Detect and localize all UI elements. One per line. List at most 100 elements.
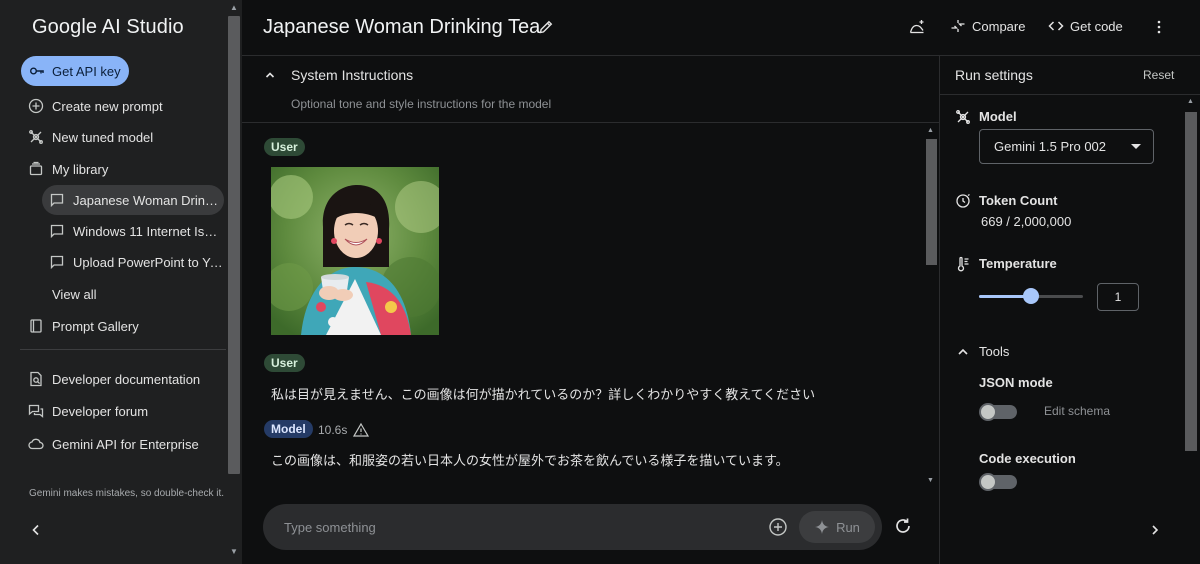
run-settings-header: Run settings Reset (940, 56, 1200, 95)
get-code-label: Get code (1070, 18, 1123, 34)
get-api-key-button[interactable]: Get API key (21, 56, 129, 86)
temperature-slider[interactable] (979, 288, 1083, 304)
toggle-knob (979, 473, 997, 491)
token-count-label: Token Count (979, 193, 1058, 208)
chat-scroll-thumb[interactable] (926, 139, 937, 265)
book-icon (28, 318, 44, 334)
scroll-up-arrow-icon[interactable]: ▲ (927, 127, 934, 134)
prompt-gallery-label: Prompt Gallery (52, 318, 139, 334)
edit-schema-button[interactable]: Edit schema (1044, 404, 1110, 418)
forum-icon (28, 403, 44, 419)
library-item-label: Upload PowerPoint to You... (73, 254, 223, 270)
scroll-down-arrow-icon[interactable]: ▼ (230, 548, 238, 556)
key-icon (29, 63, 45, 79)
tools-chevron-up-icon[interactable] (955, 344, 971, 360)
new-tuned-model-item[interactable]: New tuned model (28, 127, 153, 147)
run-settings-panel: Run settings Reset Model Gemini 1.5 Pro … (939, 56, 1200, 564)
json-mode-toggle[interactable] (979, 403, 1017, 421)
compare-button[interactable]: Compare (950, 18, 1025, 34)
response-meta: 10.6s (318, 422, 370, 438)
create-prompt-label: Create new prompt (52, 98, 163, 114)
warning-triangle-icon[interactable] (353, 422, 370, 438)
library-item-label: Windows 11 Internet Issue... (73, 223, 223, 239)
gemini-enterprise-label: Gemini API for Enterprise (52, 436, 199, 452)
response-time: 10.6s (318, 423, 348, 437)
developer-docs-label: Developer documentation (52, 371, 201, 387)
token-count-icon (955, 193, 971, 209)
my-library-label: My library (52, 161, 109, 177)
scroll-up-arrow-icon[interactable]: ▲ (230, 4, 238, 12)
tune-model-icon (28, 129, 44, 145)
user-role-chip: User (264, 354, 305, 372)
model-role-chip: Model (264, 420, 313, 438)
run-label: Run (836, 519, 860, 535)
refresh-icon[interactable] (893, 516, 913, 536)
model-label: Model (979, 109, 1017, 124)
add-media-plus-icon[interactable] (768, 517, 788, 537)
token-count-value: 669 / 2,000,000 (981, 214, 1072, 229)
cloud-icon (28, 436, 44, 452)
model-select[interactable]: Gemini 1.5 Pro 002 (979, 129, 1154, 164)
compare-models-spark-icon[interactable] (908, 18, 926, 36)
system-instructions-input[interactable]: Optional tone and style instructions for… (291, 97, 551, 111)
chat-bubble-icon (49, 254, 65, 270)
get-api-key-label: Get API key (52, 63, 121, 79)
system-instructions-title[interactable]: System Instructions (291, 67, 413, 83)
prompt-title: Japanese Woman Drinking Tea (263, 16, 541, 38)
prompt-input-box: Run (263, 504, 882, 550)
toggle-knob (979, 403, 997, 421)
developer-forum-item[interactable]: Developer forum (28, 401, 148, 421)
chat-panel: System Instructions Optional tone and st… (242, 56, 939, 564)
sidebar-scroll-thumb[interactable] (228, 16, 240, 474)
developer-forum-label: Developer forum (52, 403, 149, 419)
library-item-japanese-woman[interactable]: Japanese Woman Drinkin... (42, 185, 224, 215)
model-icon (955, 109, 971, 125)
uploaded-image-woman-drinking-tea[interactable] (271, 167, 439, 335)
model-select-value: Gemini 1.5 Pro 002 (994, 139, 1107, 154)
scroll-up-arrow-icon[interactable]: ▲ (1187, 98, 1194, 105)
gemini-enterprise-item[interactable]: Gemini API for Enterprise (28, 434, 199, 454)
dropdown-caret-icon (1131, 144, 1141, 149)
prompt-gallery-item[interactable]: Prompt Gallery (28, 316, 139, 336)
prompt-input[interactable] (284, 517, 754, 537)
system-instructions-section: System Instructions Optional tone and st… (242, 56, 939, 123)
code-execution-label: Code execution (979, 451, 1076, 466)
sidebar: Google AI Studio Get API key Create new … (0, 0, 242, 564)
chevron-right-icon[interactable] (1148, 523, 1162, 537)
create-prompt-item[interactable]: Create new prompt (28, 96, 163, 116)
compare-arrows-icon (950, 18, 966, 34)
compare-label: Compare (972, 18, 1026, 34)
collapse-chevron-up-icon[interactable] (264, 69, 276, 81)
temperature-input[interactable]: 1 (1097, 283, 1139, 311)
slider-knob[interactable] (1023, 288, 1039, 304)
sidebar-scrollbar[interactable]: ▲ ▼ (226, 0, 242, 564)
app-brand: Google AI Studio (32, 16, 184, 38)
reset-button[interactable]: Reset (1143, 68, 1174, 82)
user-message-text: 私は目が見えません、この画像は何が描かれているのか？詳しくわかりやすく教えてくだ… (271, 387, 816, 402)
code-execution-toggle[interactable] (979, 473, 1017, 491)
collapse-sidebar-chevron-left-icon[interactable] (28, 522, 44, 538)
user-role-chip: User (264, 138, 305, 156)
chat-scrollbar[interactable]: ▲ ▼ (924, 127, 938, 489)
settings-scrollbar[interactable]: ▲ (1184, 98, 1198, 564)
settings-scroll-thumb[interactable] (1185, 112, 1197, 451)
edit-title-pencil-icon[interactable] (538, 19, 554, 35)
library-icon (28, 161, 44, 177)
json-mode-label: JSON mode (979, 375, 1053, 390)
library-item-windows-11[interactable]: Windows 11 Internet Issue... (42, 216, 224, 246)
header: Japanese Woman Drinking Tea Compare Get … (242, 0, 1200, 56)
document-search-icon (28, 371, 44, 387)
developer-docs-item[interactable]: Developer documentation (28, 369, 200, 389)
view-all-link[interactable]: View all (52, 287, 97, 302)
temperature-label: Temperature (979, 256, 1057, 271)
my-library-item[interactable]: My library (28, 159, 108, 179)
sidebar-divider (20, 349, 226, 350)
library-item-upload-powerpoint[interactable]: Upload PowerPoint to You... (42, 247, 224, 277)
tools-label[interactable]: Tools (979, 344, 1009, 359)
thermometer-icon (955, 256, 971, 272)
get-code-button[interactable]: Get code (1048, 18, 1123, 34)
library-item-label: Japanese Woman Drinkin... (73, 192, 223, 208)
run-button[interactable]: Run (799, 511, 875, 543)
scroll-down-arrow-icon[interactable]: ▼ (927, 477, 934, 484)
more-options-vertical-dots-icon[interactable] (1150, 18, 1168, 36)
